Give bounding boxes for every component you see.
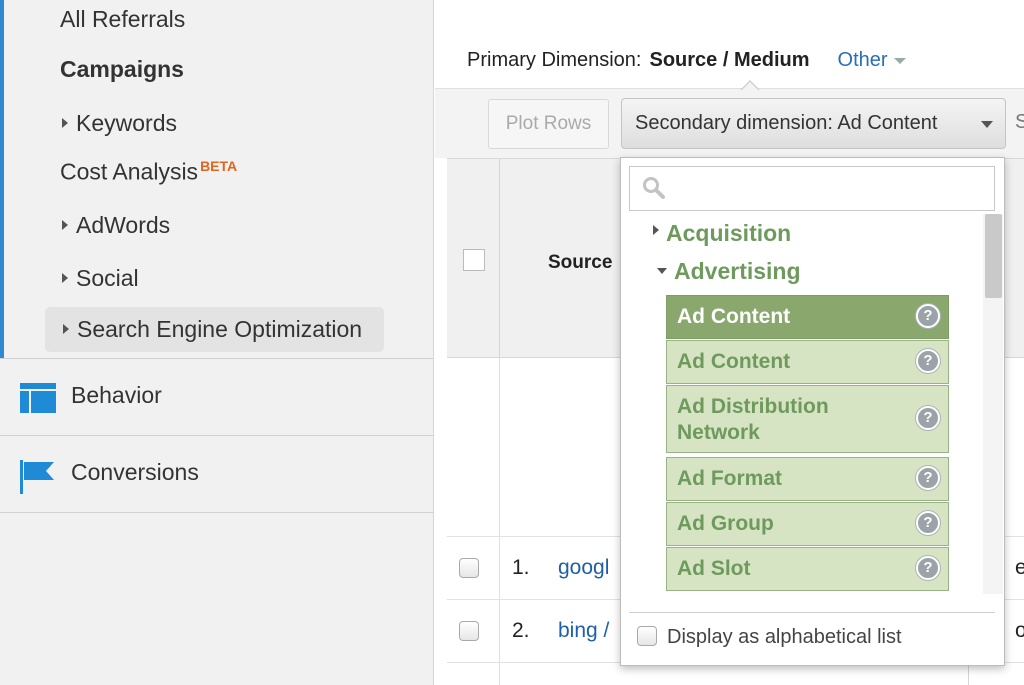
sidebar-item-cost-analysis[interactable]: Cost Analysis BETA (60, 158, 237, 186)
row-checkbox[interactable] (459, 558, 479, 578)
expand-triangle-icon (62, 219, 68, 230)
other-dimension-link[interactable]: Other (838, 49, 906, 71)
dimension-search-box (629, 166, 995, 211)
primary-dimension-value[interactable]: Source / Medium (649, 49, 809, 71)
expand-triangle-icon (62, 272, 68, 283)
dimension-option-ad-content-selected[interactable]: Ad Content? (666, 295, 949, 339)
row-source-link[interactable]: bing / (558, 619, 609, 643)
sidebar-item-all-referrals[interactable]: All Referrals (60, 6, 185, 33)
dimension-option-ad-group[interactable]: Ad Group? (666, 502, 949, 546)
secondary-dimension-menu: Acquisition Advertising Ad Content? Ad C… (620, 157, 1005, 666)
dimension-list: Acquisition Advertising Ad Content? Ad C… (621, 220, 983, 594)
row-trailing-text: ot (1015, 619, 1024, 642)
expand-triangle-icon (653, 225, 659, 235)
collapse-triangle-icon (657, 267, 667, 274)
help-icon[interactable]: ? (916, 406, 940, 430)
sidebar: All Referrals Campaigns Keywords Cost An… (0, 0, 434, 685)
dropdown-divider (629, 612, 995, 613)
beta-badge: BETA (200, 158, 238, 174)
behavior-layout-icon (20, 383, 56, 418)
alphabetical-list-toggle[interactable]: Display as alphabetical list (637, 625, 902, 649)
plot-rows-button[interactable]: Plot Rows (488, 99, 609, 149)
secondary-dimension-dropdown[interactable]: Secondary dimension: Ad Content (621, 98, 1006, 149)
row-index: 2. (512, 619, 530, 642)
sidebar-item-keywords[interactable]: Keywords (62, 110, 177, 137)
dimension-option-ad-slot[interactable]: Ad Slot? (666, 547, 949, 591)
primary-dimension-bar: Primary Dimension: Source / Medium Other (467, 49, 906, 72)
dropdown-pointer-inner (742, 82, 758, 90)
search-icon (642, 176, 666, 205)
dimension-option-ad-format[interactable]: Ad Format? (666, 457, 949, 501)
category-advertising[interactable]: Advertising (657, 258, 801, 285)
row-source-link[interactable]: googl (558, 556, 609, 580)
row-trailing-text: e (1015, 556, 1024, 579)
sidebar-item-campaigns[interactable]: Campaigns (60, 56, 184, 83)
row-checkbox[interactable] (459, 621, 479, 641)
column-divider (499, 159, 500, 359)
chevron-down-icon (893, 57, 906, 64)
sidebar-active-accent (0, 0, 4, 358)
alphabetical-list-checkbox[interactable] (637, 625, 657, 646)
row-index: 1. (512, 556, 530, 579)
sidebar-section-behavior[interactable]: Behavior (0, 358, 433, 435)
sort-type-label[interactable]: S (1015, 111, 1024, 134)
dimension-search-input[interactable] (674, 173, 984, 203)
dimension-option-ad-content[interactable]: Ad Content? (666, 340, 949, 384)
table-toolbar: Plot Rows Secondary dimension: Ad Conten… (435, 88, 1024, 158)
chevron-down-icon (981, 121, 993, 128)
help-icon[interactable]: ? (916, 349, 940, 373)
sidebar-item-adwords[interactable]: AdWords (62, 212, 170, 239)
dropdown-scrollbar-thumb[interactable] (985, 214, 1002, 298)
help-icon[interactable]: ? (916, 304, 940, 328)
help-icon[interactable]: ? (916, 511, 940, 535)
sidebar-section-conversions[interactable]: Conversions (0, 435, 433, 512)
category-acquisition[interactable]: Acquisition (653, 220, 791, 247)
help-icon[interactable]: ? (916, 556, 940, 580)
expand-triangle-icon (62, 117, 68, 128)
sidebar-item-social[interactable]: Social (62, 265, 139, 292)
sidebar-item-seo[interactable]: Search Engine Optimization (45, 307, 385, 352)
expand-triangle-icon (63, 323, 69, 334)
sidebar-divider (0, 512, 433, 513)
select-all-checkbox[interactable] (463, 249, 485, 271)
flag-icon (20, 460, 56, 499)
dimension-option-ad-distribution-network[interactable]: Ad Distribution Network? (666, 385, 949, 453)
help-icon[interactable]: ? (916, 466, 940, 490)
column-header-source[interactable]: Source (548, 252, 612, 274)
